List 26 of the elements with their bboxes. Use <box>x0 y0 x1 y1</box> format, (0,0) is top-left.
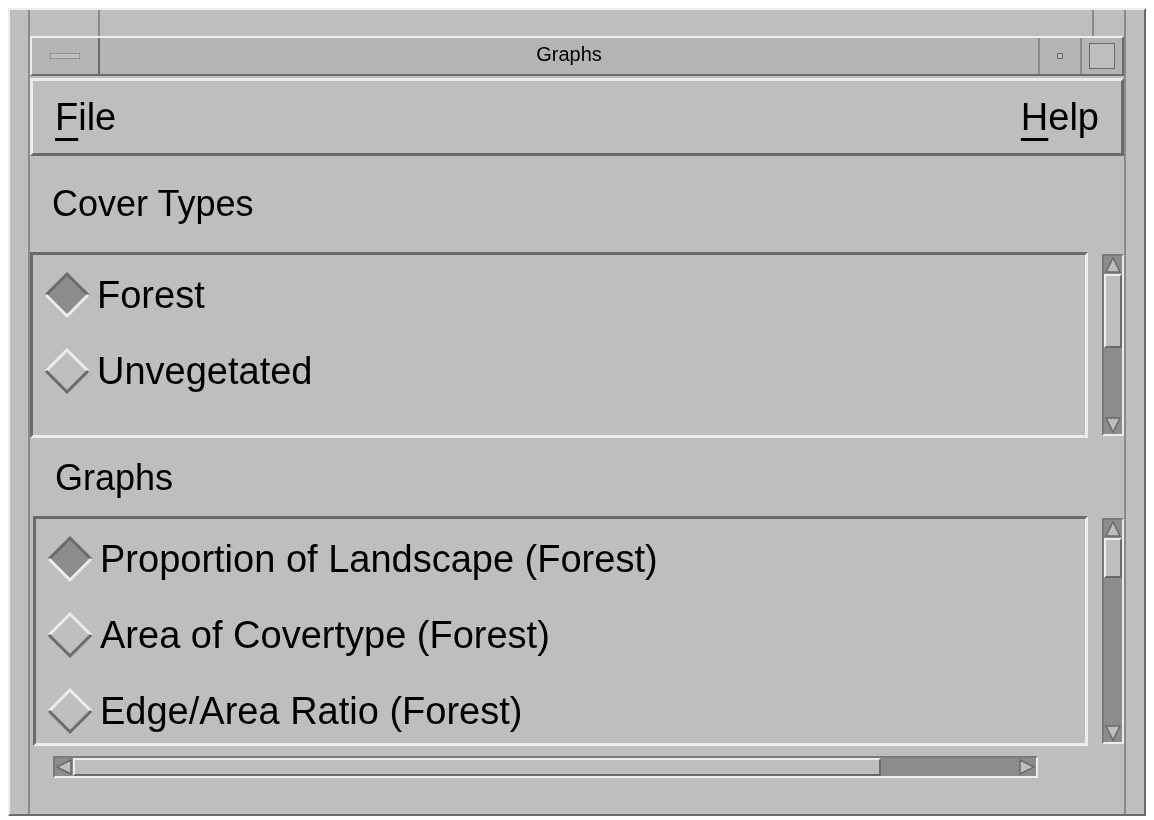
radio-button[interactable] <box>43 347 91 395</box>
menu-item[interactable]: Help <box>1020 95 1099 139</box>
scroll-arrow-icon[interactable] <box>55 758 73 776</box>
section-label: Cover Types <box>51 182 255 226</box>
scrollbar[interactable] <box>1102 254 1124 436</box>
scroll-arrow-icon[interactable] <box>1104 724 1122 742</box>
scroll-arrow-icon[interactable] <box>1104 416 1122 434</box>
minimize-icon[interactable] <box>1057 53 1063 59</box>
radio-label[interactable]: Forest <box>97 273 205 317</box>
maximize-icon[interactable] <box>1089 43 1115 69</box>
radio-button[interactable] <box>46 687 94 735</box>
radio-label[interactable]: Proportion of Landscape (Forest) <box>100 537 658 581</box>
section-label: Graphs <box>54 456 175 500</box>
scrollbar[interactable] <box>1102 518 1124 744</box>
scroll-arrow-icon[interactable] <box>1018 758 1036 776</box>
radio-button[interactable] <box>43 271 91 319</box>
radio-label[interactable]: Area of Covertype (Forest) <box>100 613 550 657</box>
scroll-arrow-icon[interactable] <box>1104 256 1122 274</box>
window-title: Graphs <box>535 42 603 67</box>
radio-label[interactable]: Edge/Area Ratio (Forest) <box>100 689 523 733</box>
radio-button[interactable] <box>46 535 94 583</box>
radio-label[interactable]: Unvegetated <box>97 349 313 393</box>
radio-button[interactable] <box>46 611 94 659</box>
scroll-arrow-icon[interactable] <box>1104 520 1122 538</box>
menu-item[interactable]: File <box>55 95 117 139</box>
horizontal-scrollbar[interactable] <box>53 756 1038 778</box>
